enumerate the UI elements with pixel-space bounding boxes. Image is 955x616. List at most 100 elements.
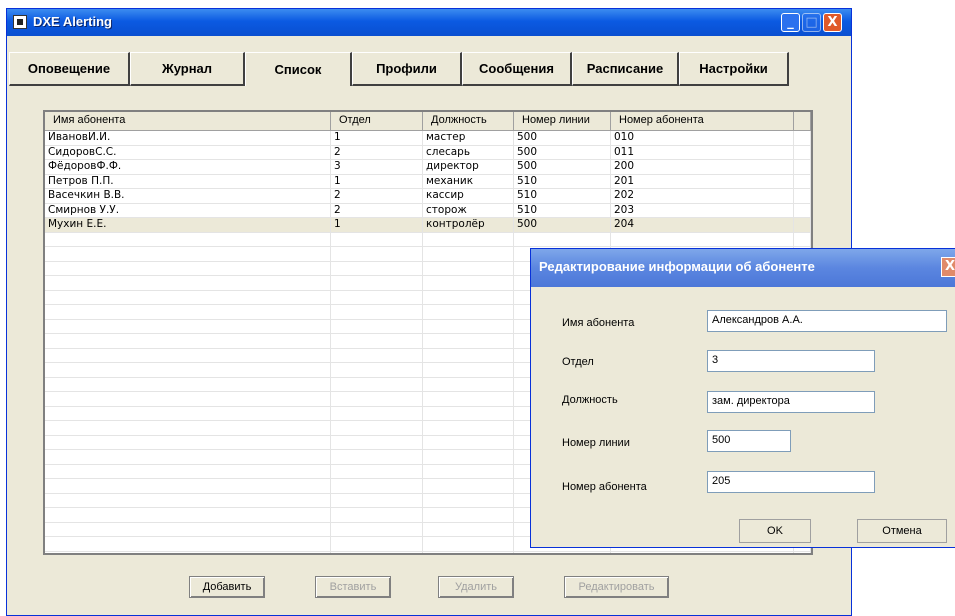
list-cell xyxy=(45,421,331,435)
list-cell: 011 xyxy=(611,145,794,159)
list-item[interactable]: ФёдоровФ.Ф. 3 директор 500 200 xyxy=(45,160,811,175)
line-field[interactable]: 500 xyxy=(707,430,791,452)
column-header-name[interactable]: Имя абонента xyxy=(45,112,331,130)
list-cell xyxy=(423,508,514,522)
delete-button[interactable]: Удалить xyxy=(438,576,514,598)
list-cell xyxy=(45,348,331,362)
list-cell xyxy=(794,131,811,145)
list-cell xyxy=(423,479,514,493)
list-cell: Петров П.П. xyxy=(45,174,331,188)
column-header-line[interactable]: Номер линии xyxy=(514,112,611,130)
list-item[interactable]: СидоровС.С. 2 слесарь 500 011 xyxy=(45,145,811,160)
list-cell: контролёр xyxy=(423,218,514,232)
list-item[interactable]: Мухин Е.Е. 1 контролёр 500 204 xyxy=(45,218,811,233)
number-field[interactable]: 205 xyxy=(707,471,875,493)
list-cell xyxy=(45,406,331,420)
list-cell xyxy=(45,363,331,377)
edit-subscriber-dialog: Редактирование информации об абоненте X … xyxy=(530,248,955,548)
list-cell: 201 xyxy=(611,174,794,188)
list-cell xyxy=(423,334,514,348)
column-header-position[interactable]: Должность xyxy=(423,112,514,130)
ok-button[interactable]: OK xyxy=(739,519,811,543)
list-cell: СидоровС.С. xyxy=(45,145,331,159)
list-cell xyxy=(331,479,423,493)
list-cell: 2 xyxy=(331,189,423,203)
dept-field[interactable]: 3 xyxy=(707,350,875,372)
list-cell xyxy=(331,232,423,246)
list-cell xyxy=(331,377,423,391)
list-cell xyxy=(331,392,423,406)
list-cell xyxy=(514,551,611,553)
list-cell: 2 xyxy=(331,145,423,159)
list-item[interactable]: Смирнов У.У. 2 сторож 510 203 xyxy=(45,203,811,218)
list-cell xyxy=(45,305,331,319)
list-cell: 200 xyxy=(611,160,794,174)
list-item[interactable]: Васечкин В.В. 2 кассир 510 202 xyxy=(45,189,811,204)
list-cell: 203 xyxy=(611,203,794,217)
list-cell xyxy=(45,261,331,275)
list-cell: ФёдоровФ.Ф. xyxy=(45,160,331,174)
dept-label: Отдел xyxy=(562,356,594,368)
position-label: Должность xyxy=(562,394,618,406)
list-cell: 500 xyxy=(514,145,611,159)
name-field[interactable]: Александров А.А. xyxy=(707,310,947,332)
tab-settings[interactable]: Настройки xyxy=(679,52,789,86)
list-cell: Мухин Е.Е. xyxy=(45,218,331,232)
list-cell xyxy=(331,464,423,478)
tab-notification[interactable]: Оповещение xyxy=(9,52,130,86)
close-button[interactable]: X xyxy=(823,13,842,32)
list-cell xyxy=(423,261,514,275)
list-item[interactable]: ИвановИ.И. 1 мастер 500 010 xyxy=(45,131,811,146)
edit-button[interactable]: Редактировать xyxy=(564,576,669,598)
list-cell xyxy=(45,247,331,261)
list-cell xyxy=(45,435,331,449)
cancel-button[interactable]: Отмена xyxy=(857,519,947,543)
tab-list[interactable]: Список xyxy=(245,52,352,86)
list-item[interactable]: Петров П.П. 1 механик 510 201 xyxy=(45,174,811,189)
list-cell xyxy=(331,276,423,290)
list-cell xyxy=(794,218,811,232)
list-cell xyxy=(331,334,423,348)
list-cell: слесарь xyxy=(423,145,514,159)
list-cell xyxy=(45,319,331,333)
tab-schedule[interactable]: Расписание xyxy=(572,52,679,86)
list-cell xyxy=(423,392,514,406)
list-cell xyxy=(423,537,514,551)
title-bar[interactable]: DXE Alerting _ □ X xyxy=(7,9,851,36)
list-cell xyxy=(794,203,811,217)
list-cell: Смирнов У.У. xyxy=(45,203,331,217)
list-cell xyxy=(331,508,423,522)
minimize-button[interactable]: _ xyxy=(781,13,800,32)
list-cell: 510 xyxy=(514,189,611,203)
list-cell xyxy=(331,450,423,464)
tab-messages[interactable]: Сообщения xyxy=(462,52,572,86)
column-header-spacer xyxy=(794,112,811,130)
app-icon xyxy=(13,15,27,29)
list-cell: сторож xyxy=(423,203,514,217)
list-cell xyxy=(45,522,331,536)
list-cell xyxy=(331,435,423,449)
position-field[interactable]: зам. директора xyxy=(707,391,875,413)
list-cell xyxy=(45,276,331,290)
insert-button[interactable]: Вставить xyxy=(315,576,391,598)
tab-journal[interactable]: Журнал xyxy=(130,52,245,86)
add-button[interactable]: Добавить xyxy=(189,576,265,598)
list-header: Имя абонента Отдел Должность Номер линии… xyxy=(45,112,811,131)
column-header-number[interactable]: Номер абонента xyxy=(611,112,794,130)
list-cell: 010 xyxy=(611,131,794,145)
list-cell: 202 xyxy=(611,189,794,203)
list-cell: механик xyxy=(423,174,514,188)
tab-profiles[interactable]: Профили xyxy=(352,52,462,86)
column-header-dept[interactable]: Отдел xyxy=(331,112,423,130)
dialog-title-bar[interactable]: Редактирование информации об абоненте X xyxy=(531,249,955,287)
list-cell xyxy=(423,276,514,290)
maximize-button[interactable]: □ xyxy=(802,13,821,32)
list-cell xyxy=(423,305,514,319)
list-cell xyxy=(331,493,423,507)
list-cell xyxy=(331,290,423,304)
list-cell xyxy=(45,450,331,464)
list-cell: 1 xyxy=(331,218,423,232)
list-cell: Васечкин В.В. xyxy=(45,189,331,203)
dialog-close-button[interactable]: X xyxy=(941,257,955,277)
list-cell xyxy=(423,435,514,449)
